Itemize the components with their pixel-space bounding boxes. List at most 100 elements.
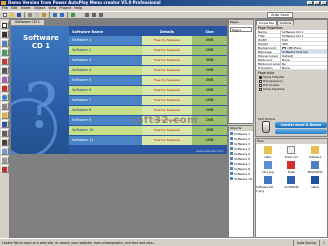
software-name-cell[interactable]: Software 3 — [69, 56, 142, 65]
shadow-icon — [2, 157, 7, 163]
paste-button[interactable] — [41, 12, 47, 18]
shadow-tool[interactable] — [0, 156, 9, 164]
page-tab[interactable]: Software CD 1 — [11, 20, 45, 25]
software-name-cell[interactable]: Software 7 — [69, 96, 142, 105]
align-left-icon — [85, 13, 89, 17]
save-button[interactable] — [16, 12, 22, 18]
align-center-button[interactable] — [91, 12, 97, 18]
minimize-button[interactable] — [307, 1, 313, 5]
checkbox-box[interactable] — [259, 75, 262, 79]
website-link[interactable]: www.website.com — [196, 149, 223, 153]
browser-tool[interactable] — [0, 147, 9, 155]
software-name-cell[interactable]: Software 8 — [69, 106, 142, 115]
copy-button[interactable] — [34, 12, 40, 18]
maximize-button[interactable] — [314, 1, 320, 5]
table-row[interactable]: Software 5 Free try freeware 3MB — [69, 76, 227, 85]
media-tool[interactable] — [0, 75, 9, 83]
file-item[interactable]: CD 1.jpg — [256, 161, 280, 174]
shape-tool[interactable] — [0, 57, 9, 65]
build-button[interactable] — [77, 12, 83, 18]
file-item[interactable]: setup — [303, 176, 327, 193]
exit-tool[interactable] — [0, 165, 9, 173]
table-row[interactable]: Software 10 Free try freeware 3MB — [69, 126, 227, 135]
size-cell: 2MB — [192, 46, 227, 55]
control-move-resize-button[interactable]: Control move & Resize — [275, 122, 327, 128]
image-file-icon — [263, 161, 272, 169]
details-cell[interactable]: Free try freeware — [142, 66, 192, 75]
table-row[interactable]: Software 7 Free try freeware 2MB — [69, 96, 227, 105]
page-list-item[interactable]: Page1 — [230, 27, 252, 32]
software-name-cell[interactable]: Software 11 — [69, 136, 142, 145]
details-cell[interactable]: Free try freeware — [142, 36, 192, 45]
details-cell[interactable]: Free try freeware — [142, 76, 192, 85]
align-right-button[interactable] — [98, 12, 104, 18]
file-item[interactable]: REGSVR32 — [303, 161, 327, 174]
text-tool[interactable] — [0, 30, 9, 38]
file-item[interactable]: Data — [256, 146, 280, 159]
image-tool[interactable] — [0, 48, 9, 56]
table-row[interactable]: Software 2 Free try freeware 2MB — [69, 46, 227, 55]
video-tool[interactable] — [0, 138, 9, 146]
details-cell[interactable]: Free try freeware — [142, 46, 192, 55]
design-canvas[interactable]: Software CD 1 ? Software Name Details Si… — [11, 26, 227, 154]
software-name-cell[interactable]: Software 2 — [69, 46, 142, 55]
tab-properties[interactable]: Properties — [256, 20, 278, 25]
details-cell[interactable]: Free try freeware — [142, 136, 192, 145]
line-tool[interactable] — [0, 66, 9, 74]
software-name-cell[interactable]: Software 5 — [69, 76, 142, 85]
sound-tool[interactable] — [0, 129, 9, 137]
file-item[interactable]: Flash.ocx — [280, 146, 304, 159]
table-row[interactable]: Software 1 Free try freeware 3MB — [69, 36, 227, 45]
table-row[interactable]: Software 3 Free try freeware 3MB — [69, 56, 227, 65]
cut-button[interactable] — [27, 12, 33, 18]
table-row[interactable]: Software 8 Free try freeware 5MB — [69, 106, 227, 115]
details-cell[interactable]: Free try freeware — [142, 126, 192, 135]
undo-button[interactable] — [52, 12, 58, 18]
details-cell[interactable]: Free try freeware — [142, 86, 192, 95]
logo-line-2: CD 1 — [31, 42, 51, 50]
size-cell: 3MB — [192, 126, 227, 135]
software-name-cell[interactable]: Software 6 — [69, 86, 142, 95]
link-tool[interactable] — [0, 120, 9, 128]
table-row[interactable]: Software 4 Free try freeware 5MB — [69, 66, 227, 75]
file-item[interactable]: AUTORUN — [280, 176, 304, 193]
details-cell[interactable]: Free try freeware — [142, 56, 192, 65]
preview-button[interactable] — [70, 12, 76, 18]
pointer-tool[interactable] — [0, 21, 9, 29]
checkbox-box[interactable] — [259, 79, 262, 83]
flash-tool[interactable] — [0, 84, 9, 92]
header-size: Size — [205, 30, 214, 34]
auto-save-tab[interactable]: Auto Save — [267, 12, 293, 18]
align-left-button[interactable] — [84, 12, 90, 18]
table-row[interactable]: Software 6 Free try freeware 5MB — [69, 86, 227, 95]
web-tool[interactable] — [0, 93, 9, 101]
open-button[interactable] — [9, 12, 15, 18]
new-button[interactable] — [2, 12, 8, 18]
list-tool[interactable] — [0, 102, 9, 110]
checkbox-box[interactable] — [259, 87, 262, 91]
redo-button[interactable] — [59, 12, 65, 18]
software-name-cell[interactable]: Software 1 — [69, 36, 142, 45]
shape-icon — [2, 58, 7, 64]
window-title: Demo Version from Power AutoPlay Menu cr… — [8, 0, 161, 5]
table-row[interactable]: Software 11 Free try freeware 2MB — [69, 136, 227, 145]
file-item[interactable]: Flash — [280, 161, 304, 174]
checkbox-box[interactable] — [259, 83, 262, 87]
tab-actions[interactable]: Actions — [277, 20, 295, 25]
control-move-resize-button-2[interactable] — [275, 129, 327, 134]
close-desktop-checkbox[interactable]: Close Desktop — [256, 87, 327, 91]
software-name-cell[interactable]: Software 10 — [69, 126, 142, 135]
media-icon — [2, 76, 7, 82]
button-tool[interactable] — [0, 39, 9, 47]
property-row[interactable]: Transition None — [256, 66, 327, 70]
software-name-cell[interactable]: Software 4 — [69, 66, 142, 75]
object-list-item[interactable]: Software 10 — [229, 176, 253, 181]
file-item[interactable]: Software CD 1.png — [256, 176, 280, 193]
file-item[interactable]: Software — [303, 146, 327, 159]
details-cell[interactable]: Free try freeware — [142, 106, 192, 115]
property-value[interactable]: None — [280, 66, 327, 70]
close-button[interactable] — [321, 1, 327, 5]
redo-icon — [60, 13, 64, 17]
details-cell[interactable]: Free try freeware — [142, 96, 192, 105]
edit-tool[interactable] — [0, 111, 9, 119]
